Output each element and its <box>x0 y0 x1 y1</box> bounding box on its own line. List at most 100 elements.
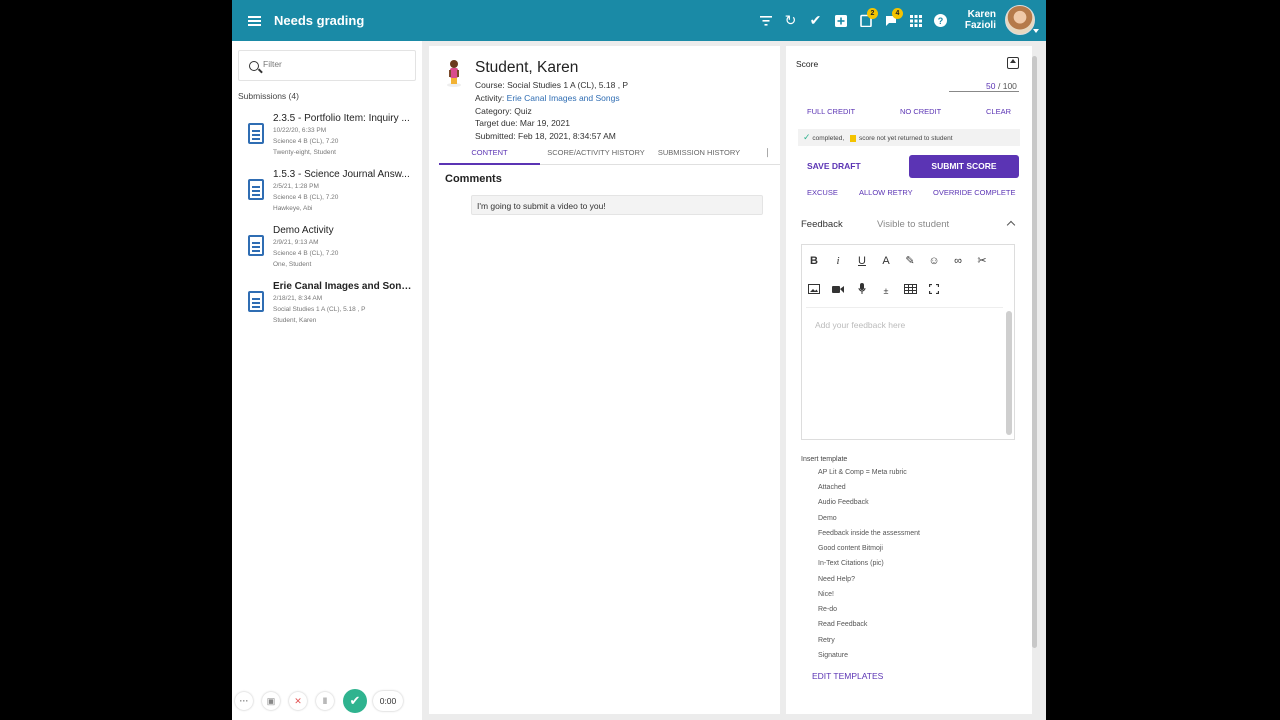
menu-icon[interactable] <box>232 0 276 41</box>
cancel-recording-button[interactable]: ✕ <box>289 692 307 710</box>
category-line: Category: Quiz <box>475 106 532 116</box>
template-item[interactable]: In-Text Citations (pic) <box>818 560 884 567</box>
emoji-icon[interactable]: ☺ <box>926 253 942 269</box>
template-item[interactable]: Feedback inside the assessment <box>818 530 920 537</box>
document-icon <box>248 179 264 200</box>
table-icon[interactable] <box>902 283 918 299</box>
panel-scrollbar[interactable] <box>1032 56 1037 648</box>
template-item[interactable]: Re-do <box>818 606 837 613</box>
excuse-button[interactable]: EXCUSE <box>807 188 838 197</box>
template-item[interactable]: Audio Feedback <box>818 499 869 506</box>
chevron-up-icon[interactable] <box>1006 220 1016 230</box>
student-avatar <box>447 60 461 87</box>
attachment-icon[interactable]: ✂ <box>974 253 990 269</box>
chevron-down-icon[interactable] <box>1033 29 1039 33</box>
feedback-visibility[interactable]: Visible to student <box>877 219 949 230</box>
highlighter-icon[interactable]: ✎ <box>902 253 918 269</box>
avatar[interactable] <box>1005 5 1035 35</box>
submission-student: Hawkeye, Abi <box>273 205 313 212</box>
template-item[interactable]: Nice! <box>818 591 834 598</box>
course-value: Social Studies 1 A (CL), 5.18 , P <box>507 80 629 90</box>
submission-item[interactable]: 2.3.5 - Portfolio Item: Inquiry ... 10/2… <box>232 113 422 165</box>
image-icon[interactable] <box>806 283 822 299</box>
edit-templates-button[interactable]: EDIT TEMPLATES <box>812 671 883 681</box>
camera-toggle-button[interactable]: ▣ <box>262 692 280 710</box>
italic-icon[interactable]: i <box>830 253 846 269</box>
template-item[interactable]: Good content Bitmoji <box>818 545 883 552</box>
submission-date: 10/22/20, 6:33 PM <box>273 127 327 134</box>
tab-submission-history[interactable]: SUBMISSION HISTORY <box>652 145 746 165</box>
template-item[interactable]: Signature <box>818 652 848 659</box>
template-item[interactable]: Demo <box>818 515 837 522</box>
feedback-editor: B i U A ✎ ☺ ∞ ✂ ± Add your feedback here <box>801 244 1015 440</box>
student-name: Student, Karen <box>475 59 579 76</box>
clear-button[interactable]: CLEAR <box>986 107 1011 116</box>
submission-item[interactable]: 1.5.3 - Science Journal Answ... 2/5/21, … <box>232 169 422 221</box>
course-line: Course: Social Studies 1 A (CL), 5.18 , … <box>475 80 628 90</box>
refresh-icon[interactable]: ↻ <box>778 0 803 41</box>
override-complete-button[interactable]: OVERRIDE COMPLETE <box>933 188 1016 197</box>
submission-course: Science 4 B (CL), 7.20 <box>273 194 339 201</box>
submitted-value: Feb 18, 2021, 8:34:57 AM <box>518 131 616 141</box>
submission-date: 2/9/21, 9:13 AM <box>273 239 319 246</box>
save-draft-button[interactable]: SAVE DRAFT <box>807 161 861 171</box>
submission-item-selected[interactable]: Erie Canal Images and Songs 2/18/21, 8:3… <box>232 281 422 333</box>
filter-icon[interactable] <box>753 0 778 41</box>
pause-button[interactable]: ‖ <box>316 692 334 710</box>
full-credit-button[interactable]: FULL CREDIT <box>807 107 855 116</box>
math-icon[interactable]: ± <box>878 283 894 299</box>
document-icon <box>248 291 264 312</box>
check-icon[interactable]: ✔ <box>803 0 828 41</box>
apps-icon[interactable] <box>903 0 928 41</box>
user-name[interactable]: Karen Fazioli <box>960 9 996 31</box>
score-underline <box>949 91 1019 92</box>
editor-scrollbar[interactable] <box>1006 311 1012 435</box>
course-label: Course: <box>475 80 505 90</box>
comment-text: I'm going to submit a video to you! <box>471 195 763 215</box>
feedback-textarea[interactable]: Add your feedback here <box>806 307 1003 435</box>
submit-score-button[interactable]: SUBMIT SCORE <box>909 155 1019 178</box>
no-credit-button[interactable]: NO CREDIT <box>900 107 941 116</box>
score-input[interactable]: 50 <box>986 81 995 91</box>
template-item[interactable]: Need Help? <box>818 576 855 583</box>
filter-field[interactable] <box>238 50 416 81</box>
top-bar: Needs grading ↻ ✔ 2 4 ? Karen Fazioli <box>232 0 1046 41</box>
font-color-icon[interactable]: A <box>878 253 894 269</box>
category-value: Quiz <box>514 106 532 116</box>
link-icon[interactable]: ∞ <box>950 253 966 269</box>
template-item[interactable]: Retry <box>818 637 835 644</box>
finish-recording-button[interactable]: ✔ <box>343 689 367 713</box>
template-item[interactable]: Read Feedback <box>818 621 867 628</box>
submitted-line: Submitted: Feb 18, 2021, 8:34:57 AM <box>475 131 616 141</box>
submission-student: Twenty-eight, Student <box>273 149 336 156</box>
allow-retry-button[interactable]: ALLOW RETRY <box>859 188 913 197</box>
tasks-badge: 2 <box>867 8 878 19</box>
comments-heading: Comments <box>445 173 502 185</box>
video-icon[interactable] <box>830 283 846 299</box>
template-item[interactable]: Attached <box>818 484 846 491</box>
submitted-label: Submitted: <box>475 131 516 141</box>
underline-icon[interactable]: U <box>854 253 870 269</box>
collapse-icon[interactable] <box>1007 57 1019 69</box>
bold-icon[interactable]: B <box>806 253 822 269</box>
messages-icon[interactable]: 4 <box>878 0 903 41</box>
submission-course: Science 4 B (CL), 7.20 <box>273 250 339 257</box>
recorder-bar: ··· ▣ ✕ ‖ ✔ 0:00 <box>232 688 422 714</box>
score-label: Score <box>796 59 819 69</box>
more-button[interactable]: ··· <box>235 692 253 710</box>
template-item[interactable]: AP Lit & Comp = Meta rubric <box>818 469 907 476</box>
microphone-icon[interactable] <box>854 283 870 299</box>
document-icon <box>248 123 264 144</box>
tasks-icon[interactable]: 2 <box>853 0 878 41</box>
submission-title: Demo Activity <box>273 225 334 236</box>
submission-date: 2/18/21, 8:34 AM <box>273 295 323 302</box>
tab-score-activity-history[interactable]: SCORE/ACTIVITY HISTORY <box>540 145 652 165</box>
tab-content[interactable]: CONTENT <box>439 145 540 165</box>
filter-input[interactable] <box>263 59 403 69</box>
submission-item[interactable]: Demo Activity 2/9/21, 9:13 AM Science 4 … <box>232 225 422 277</box>
add-icon[interactable] <box>828 0 853 41</box>
activity-link[interactable]: Erie Canal Images and Songs <box>507 93 620 103</box>
fullscreen-icon[interactable] <box>926 283 942 299</box>
tab-overflow[interactable]: │ <box>764 145 772 165</box>
help-icon[interactable]: ? <box>928 0 953 41</box>
